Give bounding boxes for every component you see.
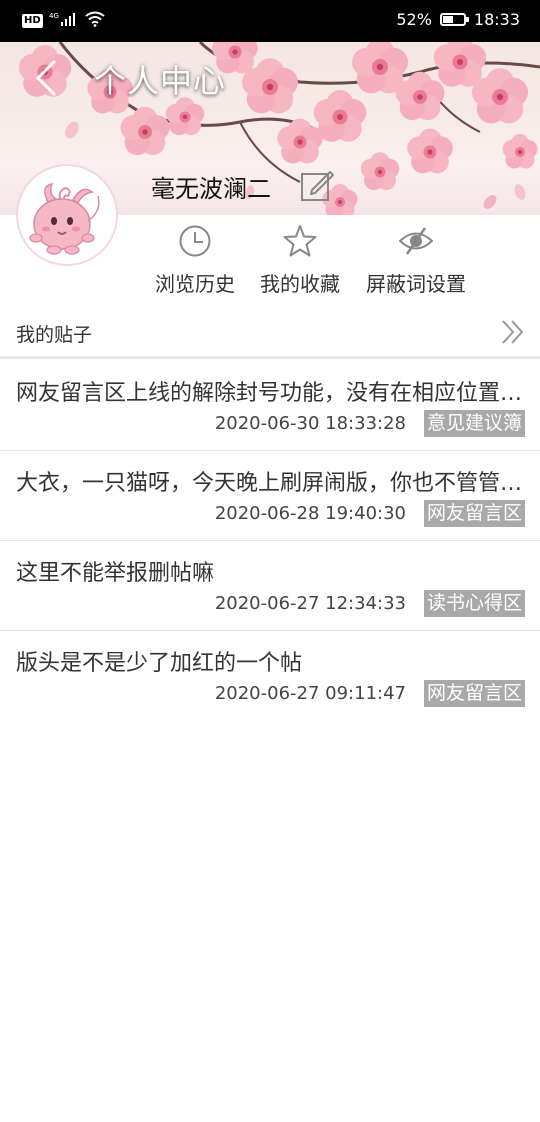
username: 毫无波澜二: [151, 175, 271, 203]
status-left: HD 4G: [22, 11, 105, 31]
eye-slash-icon: [399, 227, 433, 255]
signal-icon: 4G: [49, 11, 79, 31]
status-bar: HD 4G 52% 18:33: [0, 0, 540, 42]
status-right: 52% 18:33: [396, 10, 520, 29]
clock-time: 18:33: [473, 10, 520, 29]
star-icon: [283, 225, 317, 257]
my-favorites-button[interactable]: 我的收藏: [240, 224, 360, 297]
my-favorites-label: 我的收藏: [260, 272, 340, 296]
post-title: 版头是不是少了加红的一个帖: [16, 651, 303, 676]
page-title: 个人中心: [94, 62, 227, 100]
avatar[interactable]: [16, 164, 118, 266]
post-item[interactable]: 这里不能举报删帖嘛 2020-06-27 12:34:33 读书心得区: [0, 541, 540, 631]
post-title: 网友留言区上线的解除封号功能，没有在相应位置上线……: [16, 381, 536, 406]
post-item[interactable]: 版头是不是少了加红的一个帖 2020-06-27 09:11:47 网友留言区: [0, 631, 540, 721]
wifi-icon: [85, 11, 105, 31]
double-chevron-right-icon: [502, 320, 524, 344]
back-button[interactable]: [30, 58, 62, 98]
post-board-tag: 网友留言区: [423, 680, 525, 707]
battery-icon: [439, 13, 469, 26]
post-date: 2020-06-27 12:34:33: [214, 593, 406, 614]
blocked-words-button[interactable]: 屏蔽词设置: [356, 224, 476, 297]
post-item[interactable]: 网友留言区上线的解除封号功能，没有在相应位置上线…… 2020-06-30 18…: [0, 361, 540, 451]
post-board-tag: 意见建议簿: [423, 410, 525, 437]
post-board-tag: 读书心得区: [423, 590, 525, 617]
post-board-tag: 网友留言区: [423, 500, 525, 527]
edit-icon: [301, 171, 334, 201]
post-date: 2020-06-27 09:11:47: [214, 683, 406, 704]
battery-percent: 52%: [396, 10, 432, 29]
post-title: 这里不能举报删帖嘛: [16, 561, 215, 586]
clock-icon: [179, 225, 211, 257]
post-date: 2020-06-28 19:40:30: [214, 503, 406, 524]
chevron-left-icon: [36, 60, 56, 96]
section-divider: [0, 356, 540, 359]
my-posts-header[interactable]: 我的贴子: [0, 310, 540, 354]
post-title: 大衣，一只猫呀，今天晚上刷屏闹版，你也不管管……: [16, 471, 536, 496]
avatar-image: [18, 166, 116, 264]
blocked-words-label: 屏蔽词设置: [366, 272, 466, 296]
hd-badge: HD: [22, 14, 43, 28]
edit-profile-button[interactable]: [300, 168, 334, 202]
battery-fill: [442, 16, 453, 23]
browse-history-label: 浏览历史: [155, 272, 235, 296]
my-posts-title: 我的贴子: [16, 324, 93, 346]
post-item[interactable]: 大衣，一只猫呀，今天晚上刷屏闹版，你也不管管…… 2020-06-28 19:4…: [0, 451, 540, 541]
post-date: 2020-06-30 18:33:28: [214, 413, 406, 434]
browse-history-button[interactable]: 浏览历史: [135, 224, 255, 297]
svg-text:4G: 4G: [49, 12, 59, 20]
